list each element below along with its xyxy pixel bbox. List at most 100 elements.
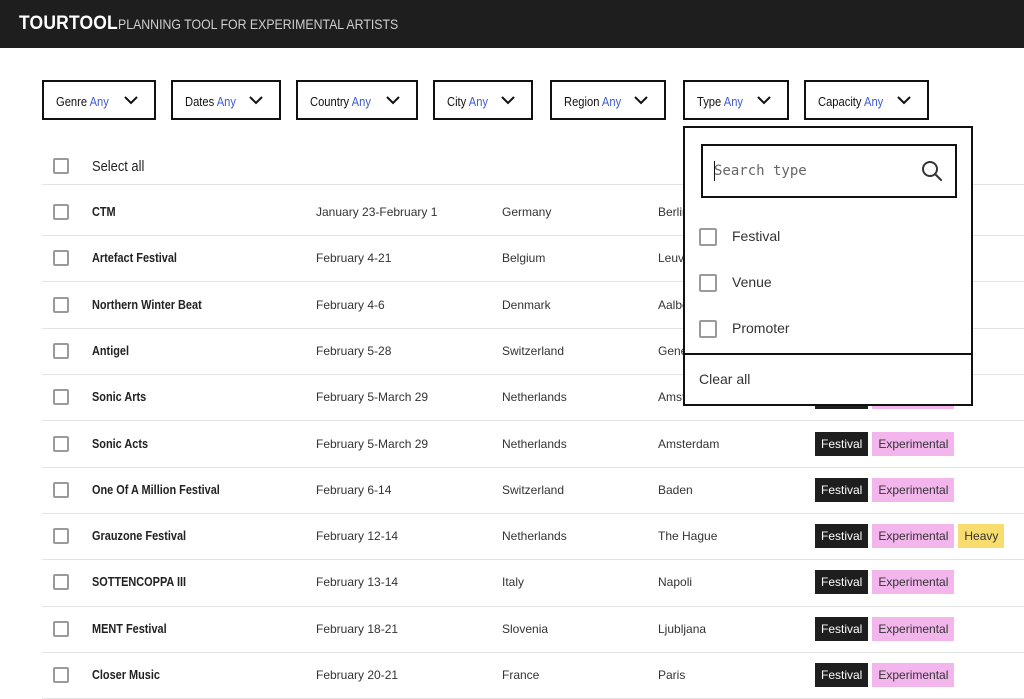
filter-name: Type (697, 94, 722, 109)
type-filter-dropdown: Search type Festival Venue Promoter Clear … (683, 126, 973, 406)
event-name[interactable]: SOTTENCOPPA III (92, 574, 186, 589)
filter-name: City (447, 94, 467, 109)
option-checkbox[interactable] (699, 228, 717, 246)
tag-badge: Experimental (872, 663, 955, 687)
tag-badge: Experimental (872, 616, 955, 641)
row-checkbox[interactable] (53, 481, 69, 498)
filter-label: Type Any (697, 94, 743, 109)
select-all-checkbox[interactable] (53, 158, 69, 174)
tag-badge: Experimental (872, 477, 955, 502)
logo[interactable]: TOURTOOL (19, 13, 118, 35)
row-checkbox[interactable] (53, 342, 69, 359)
tag-badge: Festival (815, 477, 869, 502)
type-option-festival[interactable]: Festival (699, 227, 949, 247)
tag-list: FestivalExperimental (815, 431, 955, 456)
type-search-field[interactable]: Search type (701, 144, 957, 198)
tag-badge: Festival (815, 570, 869, 595)
row-checkbox[interactable] (53, 528, 69, 545)
event-country: Denmark (502, 297, 551, 312)
text-cursor (714, 161, 715, 181)
row-checkbox[interactable] (53, 574, 69, 591)
event-name[interactable]: MENT Festival (92, 621, 167, 636)
type-option-promoter[interactable]: Promoter (699, 319, 949, 339)
tag-badge: Experimental (872, 524, 955, 549)
event-dates: February 18-21 (316, 621, 399, 636)
row-checkbox[interactable] (53, 296, 69, 313)
event-name[interactable]: One Of A Million Festival (92, 482, 220, 497)
filter-label: Dates Any (185, 94, 236, 109)
filter-value: Any (351, 94, 371, 109)
event-city: Baden (658, 482, 693, 497)
event-dates: February 20-21 (316, 668, 399, 682)
tag-badge: Festival (815, 431, 869, 456)
select-all-label: Select all (92, 158, 145, 175)
event-name[interactable]: Sonic Acts (92, 436, 148, 451)
event-city: Amsterdam (658, 436, 720, 451)
chevron-down-icon (501, 96, 515, 105)
tag-badge: Festival (815, 663, 869, 687)
option-checkbox[interactable] (699, 274, 717, 292)
filter-value: Any (863, 94, 884, 109)
event-name[interactable]: Antigel (92, 343, 129, 358)
filter-city[interactable]: City Any (433, 80, 533, 120)
filter-value: Any (468, 94, 489, 109)
row-divider (42, 606, 1024, 607)
event-name[interactable]: Artefact Festival (92, 250, 177, 265)
event-name[interactable]: Northern Winter Beat (92, 297, 202, 312)
filter-dates[interactable]: Dates Any (171, 80, 281, 120)
row-checkbox[interactable] (53, 435, 69, 452)
filter-label: Genre Any (56, 94, 109, 109)
filter-genre[interactable]: Genre Any (42, 80, 156, 120)
filter-name: Genre (56, 94, 88, 109)
option-checkbox[interactable] (699, 320, 717, 338)
filter-value: Any (216, 94, 236, 109)
option-label: Festival (732, 228, 781, 244)
event-country: Netherlands (502, 436, 567, 451)
event-country: Italy (502, 575, 525, 590)
row-checkbox[interactable] (53, 389, 69, 406)
event-name[interactable]: Grauzone Festival (92, 528, 186, 543)
event-dates: February 5-March 29 (316, 436, 429, 451)
filter-type[interactable]: Type Any (683, 80, 789, 120)
event-dates: February 4-21 (316, 251, 392, 266)
row-checkbox[interactable] (53, 250, 69, 267)
row-divider (42, 420, 1024, 421)
dropdown-divider (685, 353, 971, 355)
filter-country[interactable]: Country Any (296, 80, 418, 120)
event-name[interactable]: CTM (92, 204, 116, 219)
option-label: Venue (732, 274, 772, 290)
row-checkbox[interactable] (53, 620, 69, 637)
row-checkbox[interactable] (53, 204, 69, 220)
filter-name: Country (310, 94, 350, 109)
tag-badge: Festival (815, 524, 869, 549)
event-dates: February 5-28 (316, 343, 392, 358)
filter-value: Any (723, 94, 744, 109)
event-country: Switzerland (502, 343, 565, 358)
event-name[interactable]: Sonic Arts (92, 389, 146, 404)
chevron-down-icon (897, 96, 911, 105)
event-name[interactable]: Closer Music (92, 667, 160, 682)
type-search-input[interactable]: Search type (714, 163, 807, 179)
top-bar: TOURTOOL PLANNING TOOL FOR EXPERIMENTAL … (0, 0, 1024, 48)
event-country: Slovenia (502, 621, 549, 636)
filter-name: Region (564, 94, 600, 109)
tag-list: FestivalExperimental (815, 616, 955, 641)
filter-region[interactable]: Region Any (550, 80, 666, 120)
tag-badge: Experimental (872, 570, 955, 595)
filter-name: Capacity (818, 94, 862, 109)
type-option-venue[interactable]: Venue (699, 273, 949, 293)
search-icon[interactable] (921, 160, 943, 182)
chevron-down-icon (757, 96, 771, 105)
clear-all-button[interactable]: Clear all (699, 371, 750, 387)
filter-capacity[interactable]: Capacity Any (804, 80, 929, 120)
event-dates: February 4-6 (316, 297, 385, 312)
row-divider (42, 467, 1024, 468)
filter-label: Capacity Any (818, 94, 883, 109)
row-divider (42, 559, 1024, 560)
event-country: Netherlands (502, 390, 567, 405)
filter-label: Region Any (564, 94, 621, 109)
row-checkbox[interactable] (53, 667, 69, 683)
event-country: Netherlands (502, 529, 567, 544)
tag-badge: Experimental (872, 431, 955, 456)
chevron-down-icon (386, 96, 400, 105)
